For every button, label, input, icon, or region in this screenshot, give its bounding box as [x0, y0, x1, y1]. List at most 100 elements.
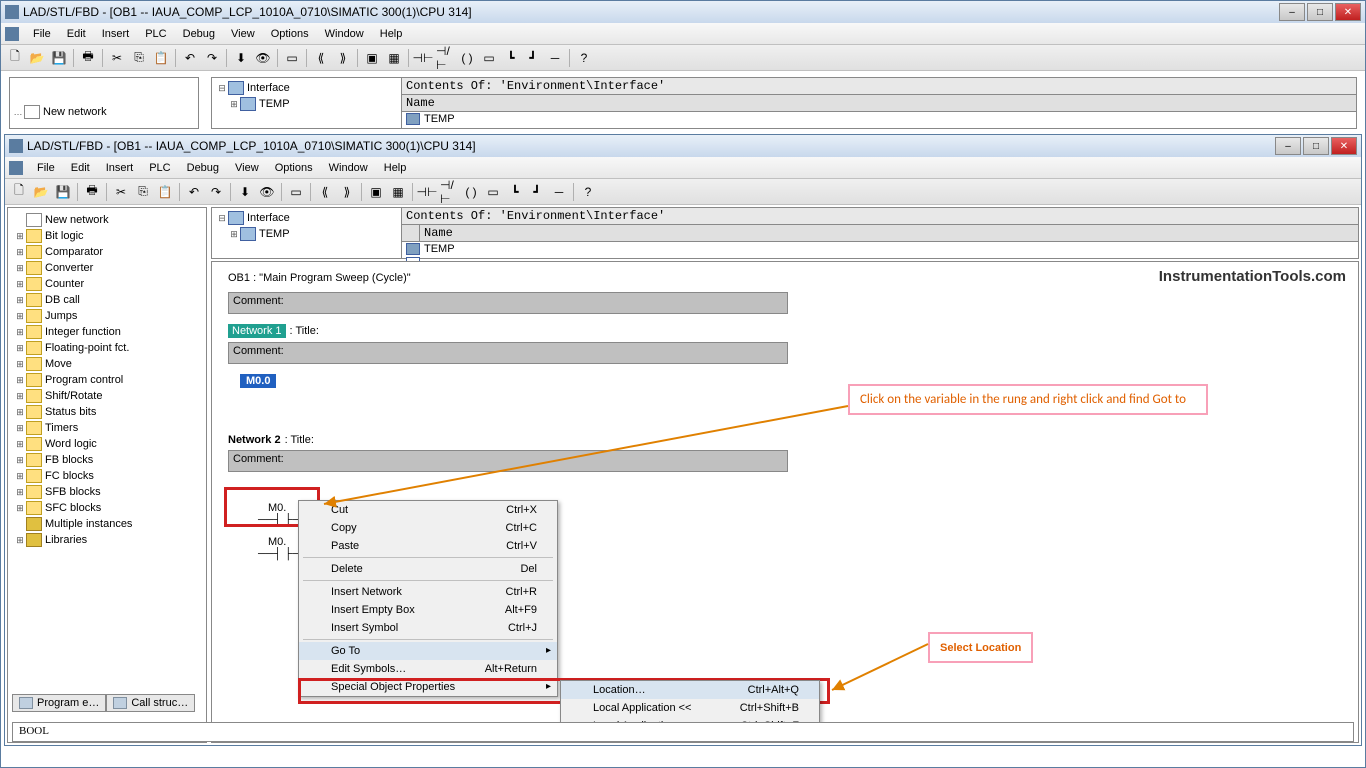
ctx-insert-symbol[interactable]: Insert SymbolCtrl+J	[299, 619, 557, 637]
menu-help[interactable]: Help	[372, 26, 411, 42]
connection-icon[interactable]: ─	[549, 182, 569, 202]
outer-new-network[interactable]: New network	[43, 106, 107, 118]
sidebar-item-bit-logic[interactable]: Bit logic	[45, 230, 84, 242]
sidebar-item-dbcall[interactable]: DB call	[45, 294, 80, 306]
ctx-delete[interactable]: DeleteDel	[299, 560, 557, 578]
network-2-label[interactable]: Network 2: Title:	[228, 434, 1342, 446]
branch-close-icon[interactable]: ┛	[527, 182, 547, 202]
sidebar-item-word[interactable]: Word logic	[45, 438, 97, 450]
sidebar-item-integer[interactable]: Integer function	[45, 326, 121, 338]
sidebar-item-comparator[interactable]: Comparator	[45, 246, 103, 258]
view1-icon[interactable]: ▣	[362, 48, 382, 68]
close-button[interactable]	[1335, 3, 1361, 21]
contact-open-icon[interactable]: ⊣⊢	[413, 48, 433, 68]
branch-open-icon[interactable]: ┗	[505, 182, 525, 202]
menu-window[interactable]: Window	[317, 26, 372, 42]
comment-box[interactable]: Comment:	[228, 292, 788, 314]
submenu-location[interactable]: Location…Ctrl+Alt+Q	[561, 681, 819, 699]
branch-open-icon[interactable]: ┗	[501, 48, 521, 68]
contact-open-icon[interactable]: ⊣⊢	[417, 182, 437, 202]
sidebar-item-move[interactable]: Move	[45, 358, 72, 370]
goto-next-icon[interactable]: ⟫	[333, 48, 353, 68]
ctx-paste[interactable]: PasteCtrl+V	[299, 537, 557, 555]
box-icon[interactable]: ▭	[483, 182, 503, 202]
view1-icon[interactable]: ▣	[366, 182, 386, 202]
save-icon[interactable]: 💾	[49, 48, 69, 68]
goto-next-icon[interactable]: ⟫	[337, 182, 357, 202]
ctx-insert-network[interactable]: Insert NetworkCtrl+R	[299, 583, 557, 601]
monitor-icon[interactable]: 👁	[253, 48, 273, 68]
sidebar-item-float[interactable]: Floating-point fct.	[45, 342, 129, 354]
sidebar-item-sfc[interactable]: SFC blocks	[45, 502, 101, 514]
download-icon[interactable]: ⬇	[235, 182, 255, 202]
menu-options[interactable]: Options	[267, 160, 321, 176]
table-row[interactable]: TEMP	[402, 242, 1358, 256]
connection-icon[interactable]: ─	[545, 48, 565, 68]
ctx-copy[interactable]: CopyCtrl+C	[299, 519, 557, 537]
copy-icon[interactable]: ⎘	[129, 48, 149, 68]
sidebar-item-prog-ctrl[interactable]: Program control	[45, 374, 123, 386]
sidebar-item-sfb[interactable]: SFB blocks	[45, 486, 101, 498]
sidebar-item-converter[interactable]: Converter	[45, 262, 93, 274]
goto-prev-icon[interactable]: ⟪	[311, 48, 331, 68]
sidebar-item-lib[interactable]: Libraries	[45, 534, 87, 546]
sidebar-item-jumps[interactable]: Jumps	[45, 310, 77, 322]
menu-view[interactable]: View	[227, 160, 267, 176]
menu-debug[interactable]: Debug	[175, 26, 223, 42]
menu-debug[interactable]: Debug	[179, 160, 227, 176]
undo-icon[interactable]: ↶	[184, 182, 204, 202]
paste-icon[interactable]: 📋	[155, 182, 175, 202]
sidebar-item-new-network[interactable]: New network	[45, 214, 109, 226]
open-icon[interactable]: 📂	[31, 182, 51, 202]
minimize-button[interactable]	[1279, 3, 1305, 21]
menu-plc[interactable]: PLC	[137, 26, 174, 42]
download-icon[interactable]: ⬇	[231, 48, 251, 68]
menu-window[interactable]: Window	[321, 160, 376, 176]
branch-close-icon[interactable]: ┛	[523, 48, 543, 68]
menu-file[interactable]: File	[25, 26, 59, 42]
contact-closed-icon[interactable]: ⊣/⊢	[439, 182, 459, 202]
variable-m00[interactable]: M0.0	[240, 374, 276, 388]
cut-icon[interactable]: ✂	[111, 182, 131, 202]
block-icon[interactable]: ▭	[282, 48, 302, 68]
print-icon[interactable]: 🖶	[82, 182, 102, 202]
sidebar-item-fb[interactable]: FB blocks	[45, 454, 93, 466]
new-icon[interactable]: 🗋	[5, 48, 25, 68]
open-icon[interactable]: 📂	[27, 48, 47, 68]
tab-program[interactable]: Program e…	[12, 694, 106, 712]
save-icon[interactable]: 💾	[53, 182, 73, 202]
ctx-goto[interactable]: Go To	[299, 642, 557, 660]
coil-icon[interactable]: ( )	[457, 48, 477, 68]
network2-comment[interactable]: Comment:	[228, 450, 788, 472]
table-row[interactable]: TEMP	[402, 112, 1356, 126]
help-icon[interactable]: ?	[574, 48, 594, 68]
ctx-cut[interactable]: CutCtrl+X	[299, 501, 557, 519]
new-icon[interactable]: 🗋	[9, 182, 29, 202]
network1-comment[interactable]: Comment:	[228, 342, 788, 364]
menu-edit[interactable]: Edit	[63, 160, 98, 176]
undo-icon[interactable]: ↶	[180, 48, 200, 68]
sidebar-item-timers[interactable]: Timers	[45, 422, 78, 434]
maximize-button[interactable]	[1307, 3, 1333, 21]
view2-icon[interactable]: ▦	[388, 182, 408, 202]
sidebar-item-status[interactable]: Status bits	[45, 406, 96, 418]
monitor-icon[interactable]: 👁	[257, 182, 277, 202]
coil-icon[interactable]: ( )	[461, 182, 481, 202]
menu-insert[interactable]: Insert	[94, 26, 138, 42]
goto-prev-icon[interactable]: ⟪	[315, 182, 335, 202]
cut-icon[interactable]: ✂	[107, 48, 127, 68]
menu-edit[interactable]: Edit	[59, 26, 94, 42]
sidebar-item-shift[interactable]: Shift/Rotate	[45, 390, 102, 402]
submenu-local-prev[interactable]: Local Application <<Ctrl+Shift+B	[561, 699, 819, 717]
contact-closed-icon[interactable]: ⊣/⊢	[435, 48, 455, 68]
paste-icon[interactable]: 📋	[151, 48, 171, 68]
menu-options[interactable]: Options	[263, 26, 317, 42]
close-button[interactable]	[1331, 137, 1357, 155]
view2-icon[interactable]: ▦	[384, 48, 404, 68]
menu-file[interactable]: File	[29, 160, 63, 176]
network-1-label[interactable]: Network 1	[228, 324, 286, 338]
sidebar-item-fc[interactable]: FC blocks	[45, 470, 94, 482]
ctx-insert-box[interactable]: Insert Empty BoxAlt+F9	[299, 601, 557, 619]
menu-view[interactable]: View	[223, 26, 263, 42]
menu-insert[interactable]: Insert	[98, 160, 142, 176]
